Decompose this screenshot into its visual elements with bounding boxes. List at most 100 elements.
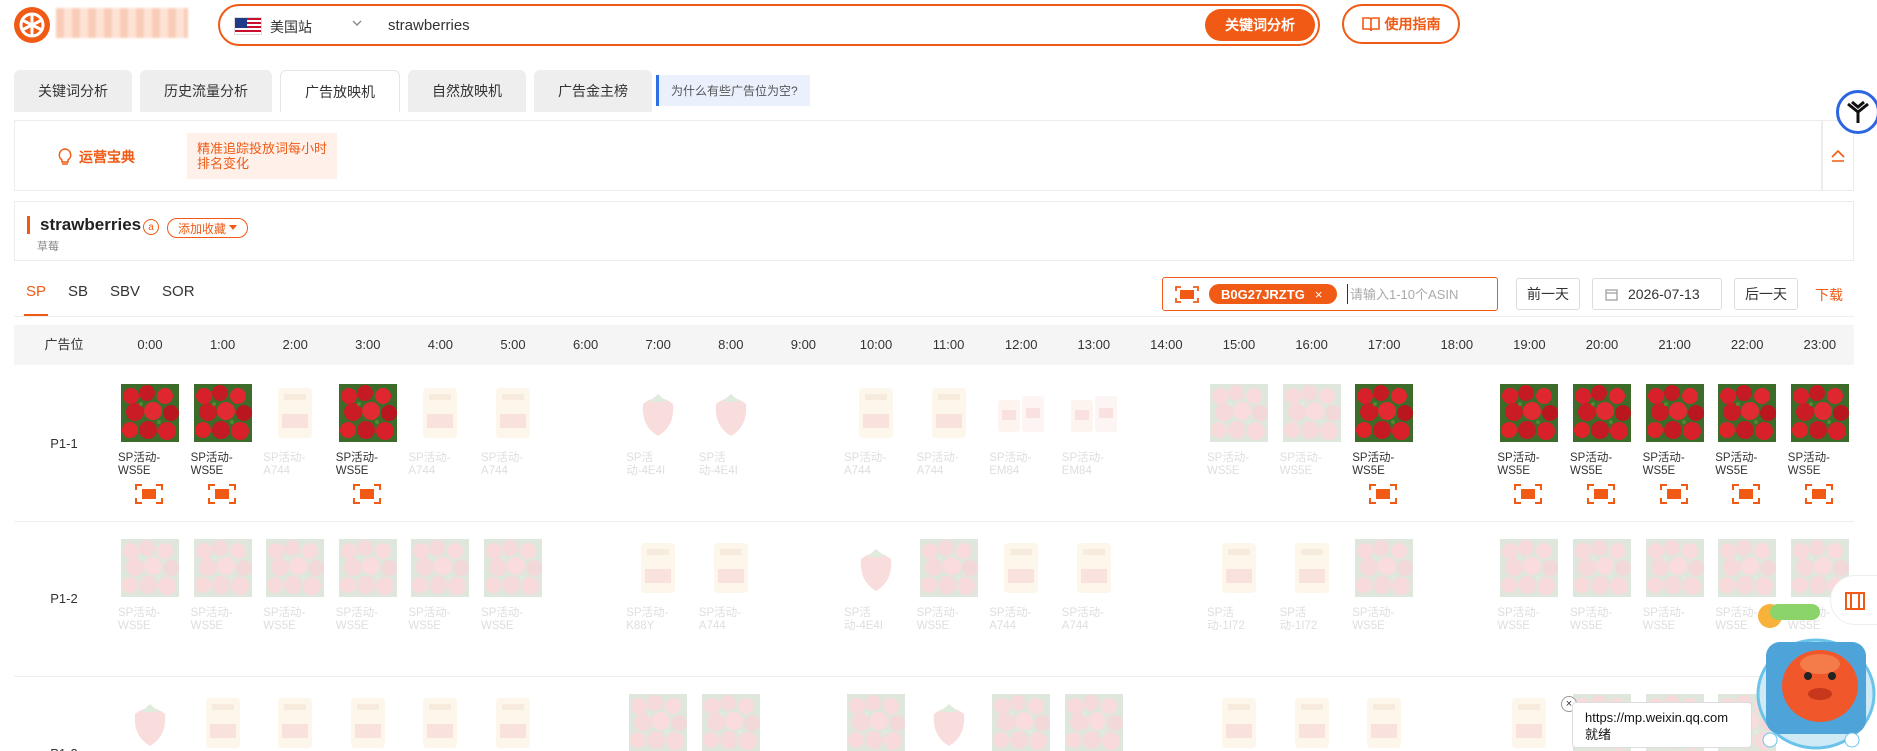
product-thumbnail[interactable] xyxy=(266,694,325,751)
ad-cell[interactable]: SP活动-4E4I xyxy=(699,384,760,478)
tab-keyword-analysis[interactable]: 关键词分析 xyxy=(14,70,132,112)
ad-cell[interactable]: SP活动-WS5E xyxy=(1570,384,1631,504)
keyword-analyze-button[interactable]: 关键词分析 xyxy=(1205,9,1315,41)
prev-day-button[interactable]: 前一天 xyxy=(1516,278,1580,310)
product-thumbnail[interactable] xyxy=(193,539,252,597)
product-thumbnail[interactable] xyxy=(1500,539,1559,597)
ad-cell[interactable]: SP活动-EM84 xyxy=(989,384,1051,478)
ad-cell[interactable]: SP活动-K88Y xyxy=(626,539,688,633)
ad-cell[interactable]: SP活动-A744 xyxy=(917,384,978,478)
ad-type-sb[interactable]: SB xyxy=(68,283,88,300)
product-thumbnail[interactable] xyxy=(411,384,470,442)
product-thumbnail[interactable] xyxy=(701,539,760,597)
product-thumbnail[interactable] xyxy=(847,694,905,751)
ad-cell[interactable]: SP活动-WS5E xyxy=(1280,384,1341,478)
product-thumbnail[interactable] xyxy=(121,694,179,751)
ad-cell[interactable]: SP活动-A744 xyxy=(263,384,325,478)
product-thumbnail[interactable] xyxy=(121,539,179,597)
download-link[interactable]: 下载 xyxy=(1815,285,1843,305)
product-thumbnail[interactable] xyxy=(1573,539,1631,597)
product-thumbnail[interactable] xyxy=(919,384,978,442)
tab-organic-projector[interactable]: 自然放映机 xyxy=(408,70,526,112)
ad-cell[interactable] xyxy=(1210,694,1268,751)
asin-input[interactable] xyxy=(1347,284,1492,304)
product-thumbnail[interactable] xyxy=(629,694,688,751)
ad-cell[interactable]: SP活动-WS5E xyxy=(917,539,978,633)
product-thumbnail[interactable] xyxy=(484,694,542,751)
product-thumbnail[interactable] xyxy=(992,384,1051,442)
ad-cell[interactable]: SP活动-WS5E xyxy=(1643,539,1704,633)
ad-cell[interactable]: SP活动-WS5E xyxy=(1788,384,1849,504)
product-thumbnail[interactable] xyxy=(1355,384,1414,442)
product-thumbnail[interactable] xyxy=(1500,384,1559,442)
ad-cell[interactable]: SP活动-WS5E xyxy=(1643,384,1704,504)
tab-history-traffic[interactable]: 历史流量分析 xyxy=(140,70,272,112)
ad-cell[interactable] xyxy=(266,694,325,751)
ad-cell[interactable] xyxy=(1500,694,1559,751)
ad-cell[interactable]: SP活动-WS5E xyxy=(1207,384,1268,478)
product-thumbnail[interactable] xyxy=(1500,694,1559,751)
product-thumbnail[interactable] xyxy=(1210,384,1268,442)
ad-cell[interactable]: SP活动-WS5E xyxy=(191,384,252,504)
product-thumbnail[interactable] xyxy=(701,694,760,751)
ad-cell[interactable]: SP活动-WS5E xyxy=(408,539,470,633)
ad-type-sbv[interactable]: SBV xyxy=(110,283,140,300)
ad-cell[interactable]: SP活动-A744 xyxy=(699,539,760,633)
add-favorite-button[interactable]: 添加收藏 xyxy=(167,218,249,238)
ad-cell[interactable]: SP活动-WS5E xyxy=(263,539,325,633)
product-thumbnail[interactable] xyxy=(629,384,688,442)
chevron-down-icon[interactable] xyxy=(350,16,364,33)
ad-cell[interactable]: SP活动-A744 xyxy=(1062,539,1123,633)
ad-cell[interactable] xyxy=(1064,694,1123,751)
ad-cell[interactable]: SP活动-WS5E xyxy=(191,539,252,633)
product-thumbnail[interactable] xyxy=(1282,539,1341,597)
keyword-input[interactable] xyxy=(388,13,1148,37)
ad-cell[interactable] xyxy=(629,694,688,751)
ad-cell[interactable]: SP活动-A744 xyxy=(408,384,470,478)
product-thumbnail[interactable] xyxy=(1790,384,1849,442)
product-thumbnail[interactable] xyxy=(193,694,252,751)
assistant-logo-icon[interactable] xyxy=(1836,90,1877,134)
product-thumbnail[interactable] xyxy=(1210,539,1268,597)
ad-type-sor[interactable]: SOR xyxy=(162,283,195,300)
site-selector[interactable]: 美国站 xyxy=(270,17,312,37)
next-day-button[interactable]: 后一天 xyxy=(1734,278,1798,310)
ad-cell[interactable]: SP活动-4E4I xyxy=(844,539,905,633)
product-thumbnail[interactable] xyxy=(193,384,252,442)
ad-cell[interactable]: SP活动-A744 xyxy=(481,384,542,478)
ad-cell[interactable] xyxy=(338,694,397,751)
ad-cell[interactable] xyxy=(484,694,542,751)
product-thumbnail[interactable] xyxy=(338,694,397,751)
ad-cell[interactable]: SP活动-4E4I xyxy=(626,384,688,478)
product-thumbnail[interactable] xyxy=(1210,694,1268,751)
ad-cell[interactable] xyxy=(701,694,760,751)
ad-cell[interactable]: SP活动-WS5E xyxy=(118,539,179,633)
product-thumbnail[interactable] xyxy=(338,539,397,597)
product-thumbnail[interactable] xyxy=(1355,539,1414,597)
ad-cell[interactable] xyxy=(1282,694,1341,751)
ad-cell[interactable] xyxy=(992,694,1051,751)
product-thumbnail[interactable] xyxy=(484,539,542,597)
product-thumbnail[interactable] xyxy=(1064,694,1123,751)
product-thumbnail[interactable] xyxy=(1718,384,1777,442)
product-thumbnail[interactable] xyxy=(1064,539,1123,597)
product-thumbnail[interactable] xyxy=(701,384,760,442)
ad-cell[interactable] xyxy=(847,694,905,751)
ad-cell[interactable]: SP活动-WS5E xyxy=(1715,384,1777,504)
ad-cell[interactable]: SP活动-EM84 xyxy=(1062,384,1123,478)
ops-guide-link[interactable]: 运营宝典 xyxy=(57,147,135,167)
product-thumbnail[interactable] xyxy=(847,539,905,597)
ad-cell[interactable]: SP活动-A744 xyxy=(989,539,1051,633)
ad-cell[interactable]: SP活动-1I72 xyxy=(1280,539,1341,633)
remove-asin-icon[interactable]: × xyxy=(1315,287,1323,302)
product-thumbnail[interactable] xyxy=(919,539,978,597)
product-thumbnail[interactable] xyxy=(338,384,397,442)
user-guide-button[interactable]: 使用指南 xyxy=(1342,4,1460,44)
product-thumbnail[interactable] xyxy=(266,539,325,597)
product-thumbnail[interactable] xyxy=(1645,384,1704,442)
empty-slot-help-link[interactable]: 为什么有些广告位为空? xyxy=(656,75,810,106)
hourly-rank-notice[interactable]: 精准追踪投放词每小时排名变化 xyxy=(187,133,337,179)
ad-cell[interactable]: SP活动-WS5E xyxy=(336,384,397,504)
product-thumbnail[interactable] xyxy=(411,694,470,751)
product-thumbnail[interactable] xyxy=(1645,539,1704,597)
